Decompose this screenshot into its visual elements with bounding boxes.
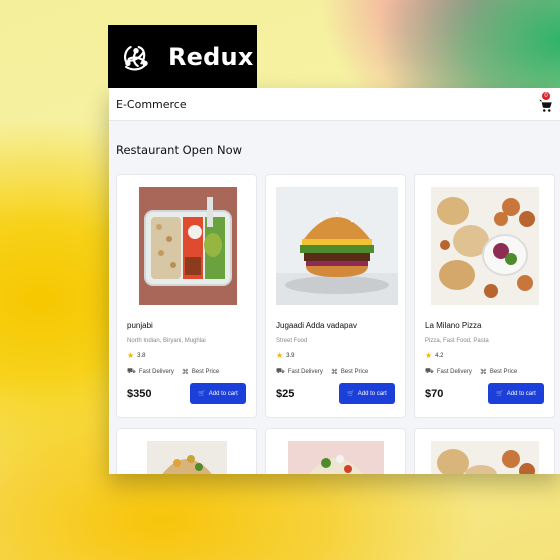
add-to-cart-button[interactable]: 🛒 Add to cart bbox=[339, 383, 395, 404]
rating-value: 4.2 bbox=[435, 352, 444, 359]
cart-button[interactable]: 0 bbox=[538, 92, 554, 113]
delivery-label: Fast Delivery bbox=[138, 368, 174, 375]
food-image bbox=[288, 441, 384, 474]
restaurant-card[interactable] bbox=[265, 428, 406, 474]
food-image bbox=[431, 441, 539, 474]
restaurant-card[interactable] bbox=[116, 428, 257, 474]
price: $350 bbox=[127, 388, 152, 400]
add-to-cart-label: Add to cart bbox=[357, 390, 387, 397]
price: $70 bbox=[425, 388, 444, 400]
offer-label: Best Price bbox=[191, 368, 220, 375]
rating-value: 3.9 bbox=[286, 352, 295, 359]
restaurant-name: Jugaadi Adda vadapav bbox=[276, 321, 357, 330]
tag-icon: ⌘ bbox=[181, 368, 189, 376]
restaurant-rating: ★ 3.8 bbox=[127, 351, 146, 360]
restaurant-name: La Milano Pizza bbox=[425, 321, 482, 330]
food-image bbox=[139, 187, 237, 305]
restaurant-tags: ⛟ Fast Delivery ⌘ Best Price bbox=[127, 367, 219, 376]
restaurant-cuisine: North Indian, Biryani, Mughlai bbox=[127, 338, 206, 344]
food-image bbox=[276, 187, 398, 305]
logo-text: Redux bbox=[168, 42, 254, 71]
truck-icon: ⛟ bbox=[425, 368, 434, 375]
add-to-cart-label: Add to cart bbox=[506, 390, 536, 397]
star-icon: ★ bbox=[276, 351, 284, 360]
restaurant-rating: ★ 3.9 bbox=[276, 351, 295, 360]
cart-icon: 🛒 bbox=[198, 391, 206, 397]
restaurant-tags: ⛟ Fast Delivery ⌘ Best Price bbox=[425, 367, 517, 376]
restaurant-card[interactable]: punjabi North Indian, Biryani, Mughlai ★… bbox=[116, 174, 257, 418]
delivery-label: Fast Delivery bbox=[436, 368, 472, 375]
add-to-cart-button[interactable]: 🛒 Add to cart bbox=[190, 383, 246, 404]
cart-count-badge: 0 bbox=[542, 92, 550, 100]
restaurant-cuisine: Pizza, Fast Food, Pasta bbox=[425, 338, 489, 344]
restaurant-card[interactable]: Jugaadi Adda vadapav Street Food ★ 3.9 ⛟… bbox=[265, 174, 406, 418]
section-title: Restaurant Open Now bbox=[116, 143, 243, 157]
tag-icon: ⌘ bbox=[330, 368, 338, 376]
star-icon: ★ bbox=[127, 351, 135, 360]
restaurant-card[interactable]: La Milano Pizza Pizza, Fast Food, Pasta … bbox=[414, 174, 555, 418]
truck-icon: ⛟ bbox=[127, 368, 136, 375]
restaurant-card[interactable] bbox=[414, 428, 555, 474]
cart-icon: 🛒 bbox=[347, 391, 355, 397]
restaurant-cuisine: Street Food bbox=[276, 338, 308, 344]
offer-label: Best Price bbox=[489, 368, 518, 375]
navbar: E-Commerce 0 bbox=[109, 88, 560, 121]
food-image bbox=[147, 441, 227, 474]
price: $25 bbox=[276, 388, 295, 400]
food-image bbox=[431, 187, 539, 305]
restaurant-tags: ⛟ Fast Delivery ⌘ Best Price bbox=[276, 367, 368, 376]
restaurant-grid: punjabi North Indian, Biryani, Mughlai ★… bbox=[116, 174, 560, 474]
add-to-cart-label: Add to cart bbox=[208, 390, 238, 397]
restaurant-name: punjabi bbox=[127, 321, 153, 330]
offer-label: Best Price bbox=[340, 368, 369, 375]
redux-logo: Redux bbox=[108, 25, 257, 88]
truck-icon: ⛟ bbox=[276, 368, 285, 375]
star-icon: ★ bbox=[425, 351, 433, 360]
rating-value: 3.8 bbox=[137, 352, 146, 359]
add-to-cart-button[interactable]: 🛒 Add to cart bbox=[488, 383, 544, 404]
app-window: E-Commerce 0 Restaurant Open Now punjabi… bbox=[109, 88, 560, 474]
restaurant-rating: ★ 4.2 bbox=[425, 351, 444, 360]
redux-logo-icon bbox=[124, 45, 148, 70]
cart-icon: 🛒 bbox=[496, 391, 504, 397]
cart-icon bbox=[539, 99, 552, 112]
tag-icon: ⌘ bbox=[479, 368, 487, 376]
delivery-label: Fast Delivery bbox=[287, 368, 323, 375]
brand-title[interactable]: E-Commerce bbox=[116, 98, 187, 111]
